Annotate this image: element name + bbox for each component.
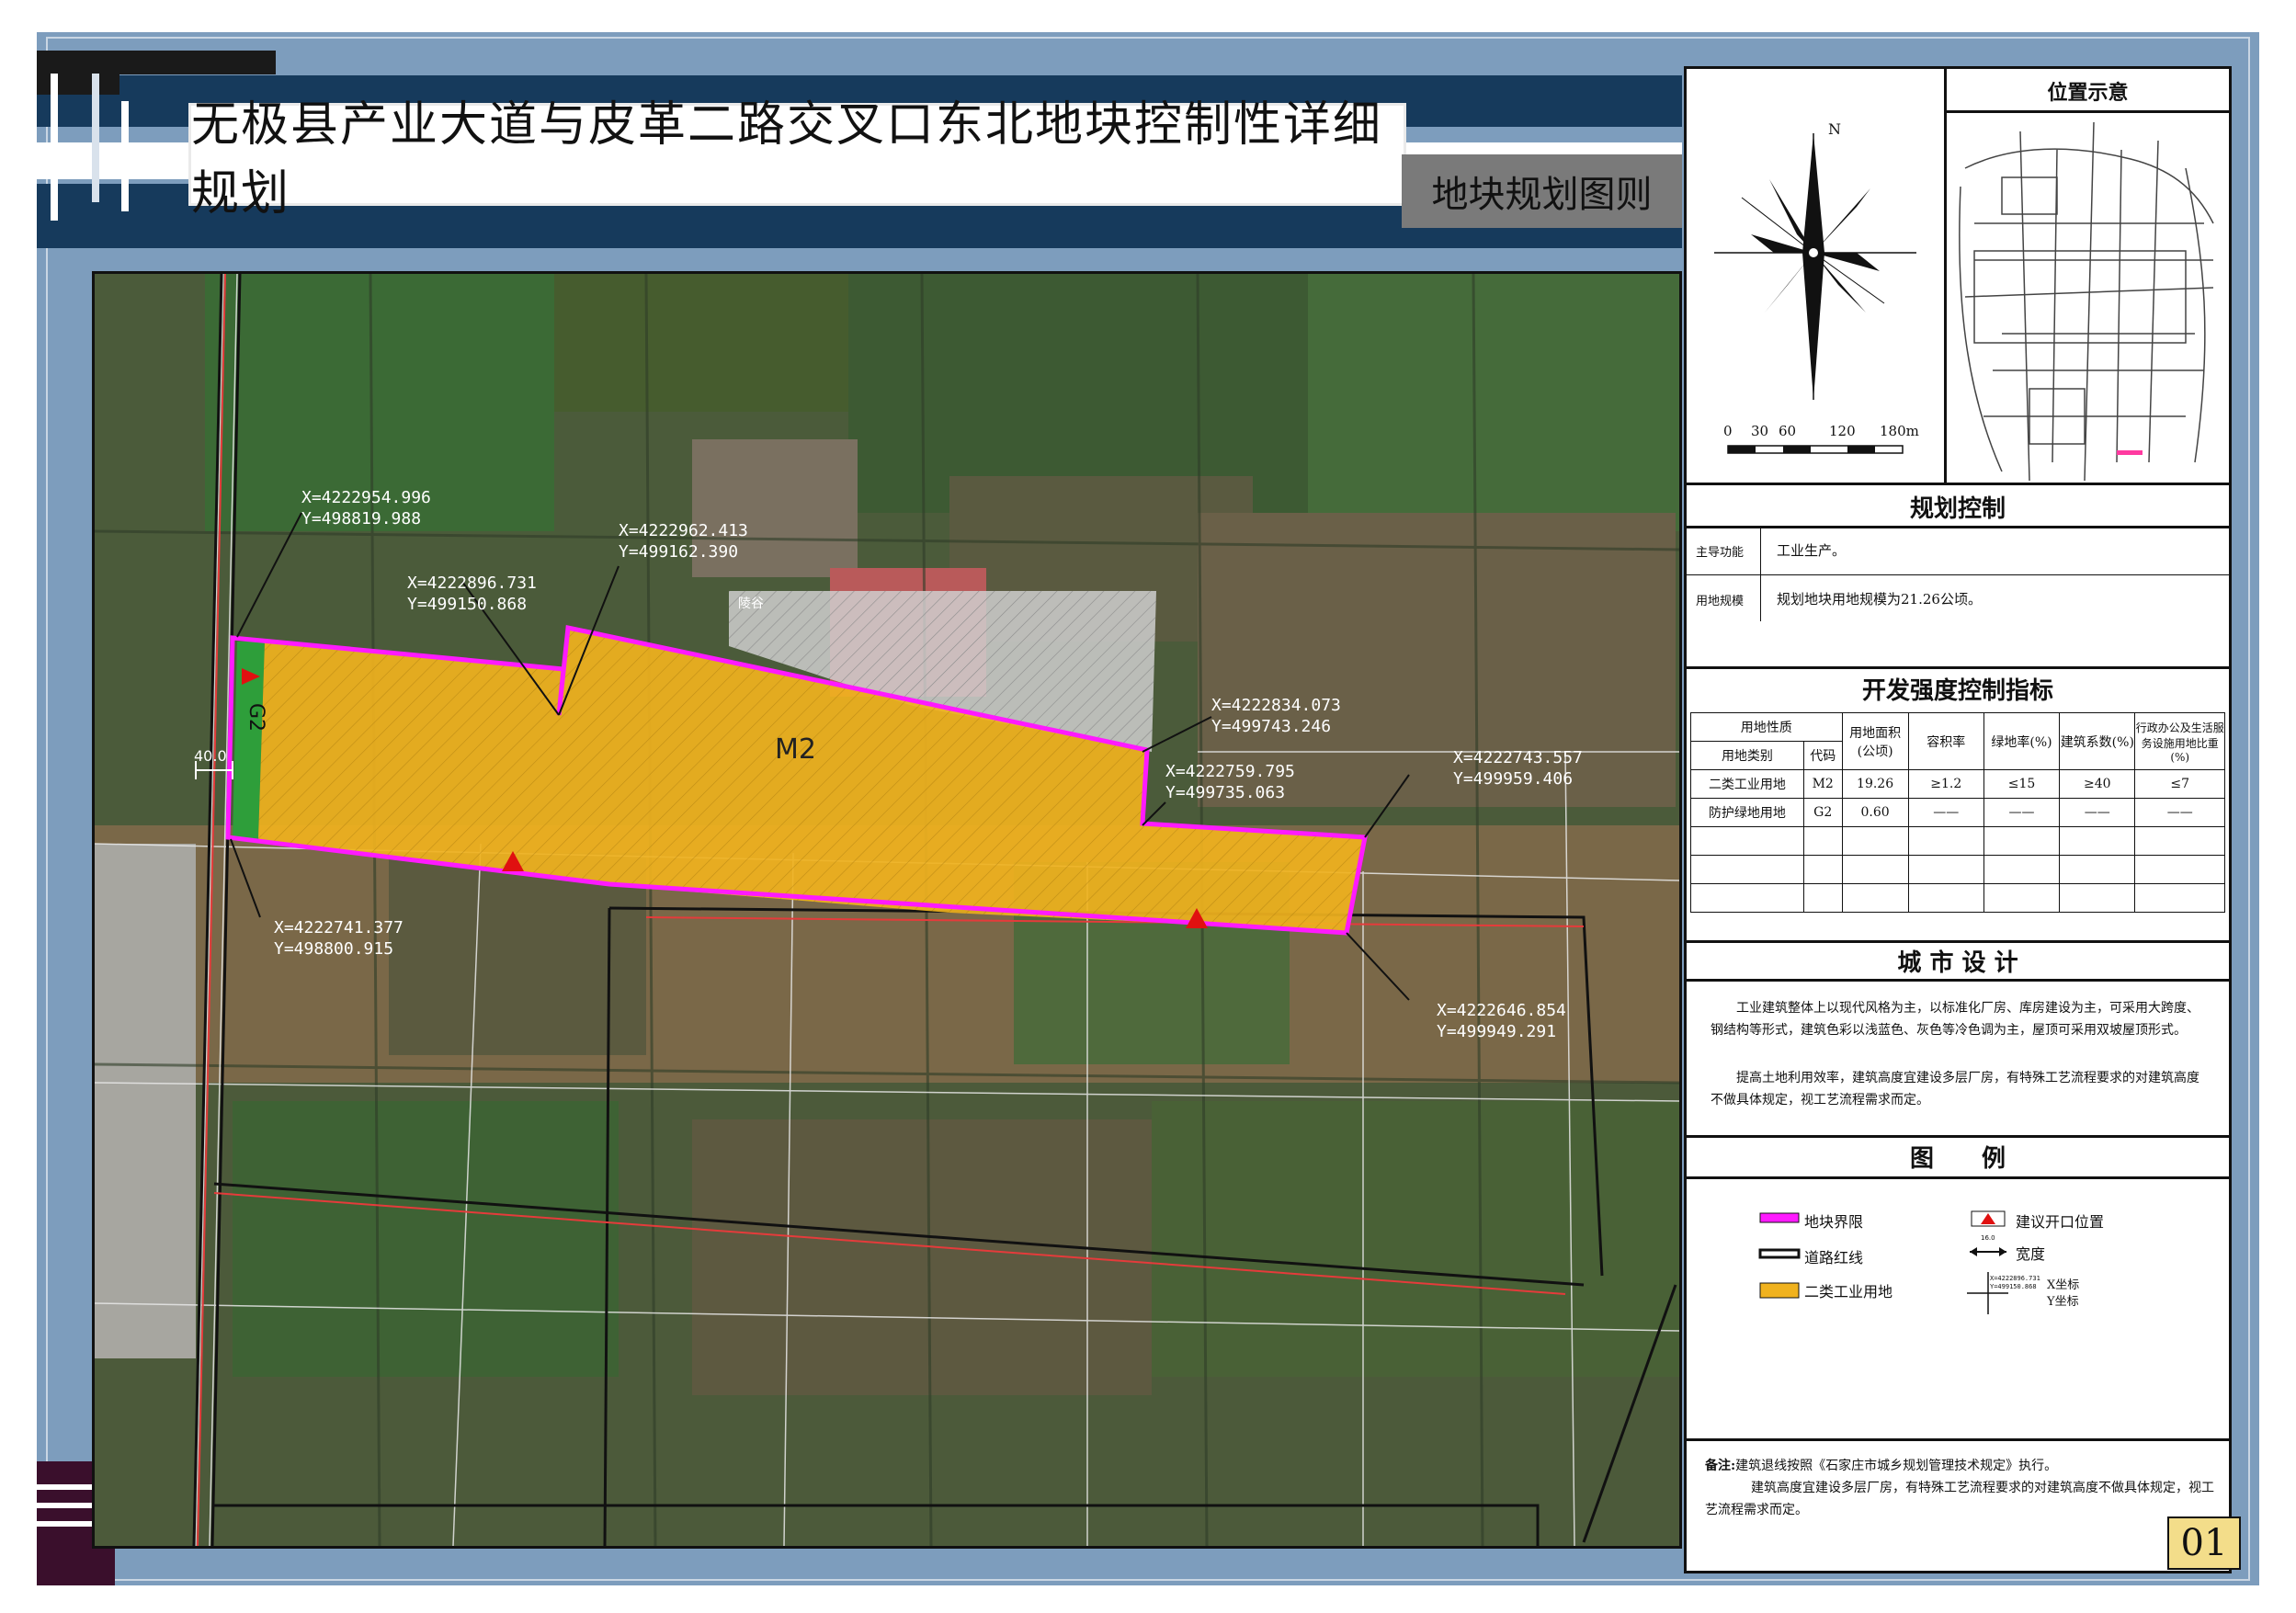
legend-boundary: 地块界限 — [1804, 1213, 1864, 1231]
hatched-area-label: 陵谷 — [738, 596, 764, 611]
notes: 备注:建筑退线按照《石家庄市城乡规划管理技术规定》执行。 建筑高度宜建设多层厂房… — [1705, 1459, 2214, 1517]
legend-road-red-line: 道路红线 — [1804, 1249, 1864, 1267]
map-canvas — [95, 274, 1679, 1546]
coord-label: X=4222759.795 Y=499735.063 — [1165, 762, 1295, 802]
table-header: 用地类别 — [1690, 741, 1804, 770]
coord-label: X=4222741.377 Y=498800.915 — [274, 918, 404, 959]
table-header: 用地面积(公顷) — [1841, 712, 1909, 770]
location-inset-map — [1959, 121, 2214, 482]
table-row: 二类工业用地 M2 19.26 ≥1.2 ≤15 ≥40 ≤7 — [1690, 769, 2225, 799]
location-panel: 位置示意 — [1947, 69, 2229, 483]
legend-heading: 图 例 — [1909, 1145, 2006, 1173]
scale-label: 60 — [1779, 423, 1797, 439]
side-panel: N 0 30 60 120 180m 位置示意 规划控制 主导功能 工业生产。 … — [1684, 66, 2232, 1573]
table-row-empty — [1690, 855, 2225, 884]
table-header: 用地性质 — [1690, 712, 1843, 742]
legend-opening: 建议开口位置 — [2016, 1213, 2105, 1231]
title-box: 无极县产业大道与皮革二路交叉口东北地块控制性详细规划 — [188, 97, 1406, 222]
table-header: 容积率 — [1907, 712, 1984, 770]
corner-bars-decoration — [51, 74, 129, 221]
table-header: 代码 — [1802, 741, 1843, 770]
parcel-label: M2 — [775, 733, 816, 766]
table-header: 绿地率(%) — [1983, 712, 2061, 770]
coord-label: X=4222962.413 Y=499162.390 — [619, 521, 748, 562]
subtitle-box: 地块规划图则 — [1402, 154, 1682, 228]
control-value: 规划地块用地规模为21.26公顷。 — [1777, 591, 1982, 608]
table-header: 行政办公及生活服务设施用地比重(%) — [2134, 712, 2225, 770]
urban-design-paragraph: 工业建筑整体上以现代风格为主，以标准化厂房、库房建设为主，可采用大跨度、钢结构等… — [1711, 1001, 2199, 1038]
control-row: 主导功能 工业生产。 — [1687, 528, 2229, 575]
table-header: 建筑系数(%) — [2059, 712, 2136, 770]
legend-width-sample: 16.0 — [1981, 1234, 1995, 1242]
table-row-empty — [1690, 883, 2225, 913]
scale-label: 120 — [1829, 423, 1856, 439]
compass-panel: N 0 30 60 120 180m — [1687, 69, 1947, 483]
coord-label: X=4222743.557 Y=499959.406 — [1453, 748, 1583, 789]
location-heading: 位置示意 — [2047, 81, 2129, 105]
table-row: 防护绿地用地 G2 0.60 —— —— —— —— — [1690, 798, 2225, 827]
legend-coord-sample: X=4222896.731 Y=499150.868 — [1990, 1275, 2040, 1290]
page-title: 无极县产业大道与皮革二路交叉口东北地块控制性详细规划 — [191, 97, 1383, 222]
control-label: 用地规模 — [1696, 595, 1745, 608]
coord-label: X=4222834.073 Y=499743.246 — [1211, 696, 1341, 736]
control-label: 主导功能 — [1696, 546, 1745, 560]
compass-rose-icon — [1714, 133, 1916, 454]
legend-y-coord: Y坐标 — [2047, 1295, 2079, 1309]
coord-label: X=4222896.731 Y=499150.868 — [407, 574, 537, 614]
control-value: 工业生产。 — [1777, 542, 1847, 559]
width-label: 40.0 — [194, 747, 227, 765]
coord-label: X=4222646.854 Y=499949.291 — [1437, 1001, 1566, 1041]
planning-control-heading: 规划控制 — [1909, 495, 2006, 523]
page-number: 01 — [2167, 1516, 2241, 1570]
urban-design-paragraph: 提高土地利用效率，建筑高度宜建设多层厂房，有特殊工艺流程要求的对建筑高度不做具体… — [1711, 1071, 2199, 1108]
page-subtitle: 地块规划图则 — [1431, 174, 1653, 216]
green-label: G2 — [244, 702, 268, 733]
legend-symbols — [1758, 1210, 2008, 1314]
intensity-table: 用地性质 用地面积(公顷) 容积率 绿地率(%) 建筑系数(%) 行政办公及生活… — [1690, 712, 2225, 913]
scale-label: 0 — [1723, 423, 1733, 439]
scale-label: 30 — [1751, 423, 1769, 439]
control-row: 用地规模 规划地块用地规模为21.26公顷。 — [1687, 575, 2229, 621]
legend-industrial: 二类工业用地 — [1804, 1283, 1893, 1301]
north-label: N — [1828, 120, 1841, 138]
table-row-empty — [1690, 826, 2225, 856]
scale-label: 180m — [1880, 423, 1919, 439]
legend-x-coord: X坐标 — [2047, 1278, 2080, 1292]
legend-width: 宽度 — [2016, 1245, 2046, 1263]
aerial-map[interactable]: M2 G2 40.0 陵谷 X=4222954.996 Y=498819.988 … — [92, 271, 1682, 1549]
intensity-heading: 开发强度控制指标 — [1861, 677, 2053, 705]
coord-label: X=4222954.996 Y=498819.988 — [301, 488, 431, 528]
urban-design-heading: 城 市 设 计 — [1897, 949, 2018, 977]
